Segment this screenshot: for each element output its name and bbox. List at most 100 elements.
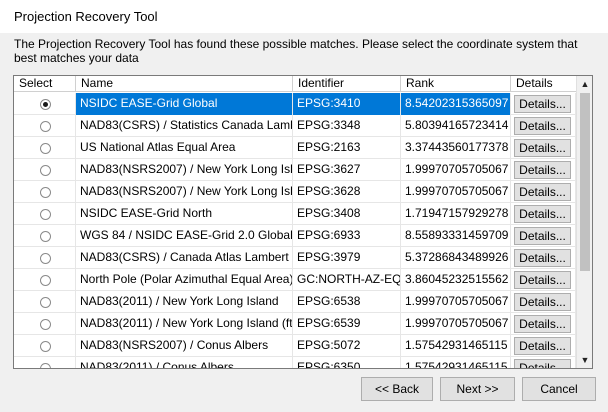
select-cell bbox=[14, 313, 76, 335]
table-row[interactable]: US National Atlas Equal Area EPSG:2163 3.3… bbox=[14, 137, 576, 159]
rank-cell: 1.99970705705067 bbox=[401, 181, 511, 203]
table-row[interactable]: North Pole (Polar Azimuthal Equal Area) G… bbox=[14, 269, 576, 291]
details-button[interactable]: Details... bbox=[514, 117, 571, 135]
select-radio[interactable] bbox=[40, 363, 51, 368]
select-radio[interactable] bbox=[40, 319, 51, 330]
title-bar: Projection Recovery Tool bbox=[0, 0, 608, 33]
details-button[interactable]: Details... bbox=[514, 227, 571, 245]
rank-cell: 1.99970705705067 bbox=[401, 313, 511, 335]
identifier-cell: GC:NORTH-AZ-EQ... bbox=[293, 269, 401, 291]
scroll-thumb[interactable] bbox=[580, 93, 590, 271]
details-button[interactable]: Details... bbox=[514, 293, 571, 311]
details-button[interactable]: Details... bbox=[514, 249, 571, 267]
identifier-cell: EPSG:3627 bbox=[293, 159, 401, 181]
details-cell: Details... bbox=[511, 357, 576, 368]
details-cell: Details... bbox=[511, 203, 576, 225]
identifier-cell: EPSG:3348 bbox=[293, 115, 401, 137]
details-button[interactable]: Details... bbox=[514, 161, 571, 179]
details-cell: Details... bbox=[511, 291, 576, 313]
rank-cell: 8.55893331459709 bbox=[401, 225, 511, 247]
cancel-button[interactable]: Cancel bbox=[522, 377, 596, 401]
next-button[interactable]: Next >> bbox=[440, 377, 515, 401]
scroll-down-arrow-icon[interactable]: ▼ bbox=[577, 352, 592, 368]
identifier-cell: EPSG:6350 bbox=[293, 357, 401, 368]
dialog-body: The Projection Recovery Tool has found t… bbox=[0, 33, 608, 412]
name-cell: NAD83(NSRS2007) / Conus Albers bbox=[76, 335, 293, 357]
table-row[interactable]: WGS 84 / NSIDC EASE-Grid 2.0 Global EPSG:… bbox=[14, 225, 576, 247]
table-row[interactable]: NSIDC EASE-Grid North EPSG:3408 1.71947157… bbox=[14, 203, 576, 225]
name-cell: NSIDC EASE-Grid North bbox=[76, 203, 293, 225]
identifier-cell: EPSG:3628 bbox=[293, 181, 401, 203]
window-title: Projection Recovery Tool bbox=[14, 9, 158, 24]
name-cell: North Pole (Polar Azimuthal Equal Area) bbox=[76, 269, 293, 291]
column-header-identifier[interactable]: Identifier bbox=[293, 76, 401, 92]
select-radio[interactable] bbox=[40, 187, 51, 198]
select-cell bbox=[14, 291, 76, 313]
identifier-cell: EPSG:6538 bbox=[293, 291, 401, 313]
identifier-cell: EPSG:3408 bbox=[293, 203, 401, 225]
details-button[interactable]: Details... bbox=[514, 139, 571, 157]
details-button[interactable]: Details... bbox=[514, 271, 571, 289]
table-row[interactable]: NAD83(2011) / New York Long Island EPSG:6… bbox=[14, 291, 576, 313]
identifier-cell: EPSG:3410 bbox=[293, 93, 401, 115]
details-button[interactable]: Details... bbox=[514, 359, 571, 368]
details-cell: Details... bbox=[511, 225, 576, 247]
select-cell bbox=[14, 93, 76, 115]
select-cell bbox=[14, 247, 76, 269]
scroll-up-arrow-icon[interactable]: ▲ bbox=[577, 76, 592, 92]
table-row[interactable]: NAD83(2011) / Conus Albers EPSG:6350 1.575… bbox=[14, 357, 576, 368]
table-row[interactable]: NAD83(CSRS) / Canada Atlas Lambert EPSG:3… bbox=[14, 247, 576, 269]
column-header-details[interactable]: Details bbox=[511, 76, 576, 92]
table-row[interactable]: NSIDC EASE-Grid Global EPSG:3410 8.5420231… bbox=[14, 93, 576, 115]
column-header-rank[interactable]: Rank bbox=[401, 76, 511, 92]
details-button[interactable]: Details... bbox=[514, 315, 571, 333]
rank-cell: 5.37286843489926 bbox=[401, 247, 511, 269]
identifier-cell: EPSG:2163 bbox=[293, 137, 401, 159]
vertical-scrollbar[interactable]: ▲ ▼ bbox=[576, 76, 592, 368]
table-row[interactable]: NAD83(2011) / New York Long Island (ft..… bbox=[14, 313, 576, 335]
select-cell bbox=[14, 225, 76, 247]
details-button[interactable]: Details... bbox=[514, 183, 571, 201]
table-row[interactable]: NAD83(CSRS) / Statistics Canada Lambert E… bbox=[14, 115, 576, 137]
details-cell: Details... bbox=[511, 181, 576, 203]
column-header-name[interactable]: Name bbox=[76, 76, 293, 92]
select-cell bbox=[14, 159, 76, 181]
table-row[interactable]: NAD83(NSRS2007) / New York Long Isla... E… bbox=[14, 159, 576, 181]
select-radio[interactable] bbox=[40, 209, 51, 220]
select-radio[interactable] bbox=[40, 231, 51, 242]
rank-cell: 1.99970705705067 bbox=[401, 159, 511, 181]
details-button[interactable]: Details... bbox=[514, 95, 571, 113]
select-radio[interactable] bbox=[40, 297, 51, 308]
select-cell bbox=[14, 137, 76, 159]
name-cell: NAD83(CSRS) / Canada Atlas Lambert bbox=[76, 247, 293, 269]
select-radio[interactable] bbox=[40, 143, 51, 154]
select-radio[interactable] bbox=[40, 341, 51, 352]
rank-cell: 1.57542931465115 bbox=[401, 335, 511, 357]
details-button[interactable]: Details... bbox=[514, 337, 571, 355]
details-button[interactable]: Details... bbox=[514, 205, 571, 223]
back-button[interactable]: << Back bbox=[361, 377, 433, 401]
name-cell: NAD83(NSRS2007) / New York Long Isla... bbox=[76, 181, 293, 203]
select-cell bbox=[14, 335, 76, 357]
column-header-select[interactable]: Select bbox=[14, 76, 76, 92]
details-cell: Details... bbox=[511, 313, 576, 335]
select-radio[interactable] bbox=[40, 121, 51, 132]
identifier-cell: EPSG:5072 bbox=[293, 335, 401, 357]
table-row[interactable]: NAD83(NSRS2007) / Conus Albers EPSG:5072 1… bbox=[14, 335, 576, 357]
details-cell: Details... bbox=[511, 137, 576, 159]
rank-cell: 1.71947157929278 bbox=[401, 203, 511, 225]
details-cell: Details... bbox=[511, 159, 576, 181]
select-radio[interactable] bbox=[40, 165, 51, 176]
select-cell bbox=[14, 115, 76, 137]
select-radio[interactable] bbox=[40, 99, 51, 110]
details-cell: Details... bbox=[511, 335, 576, 357]
identifier-cell: EPSG:3979 bbox=[293, 247, 401, 269]
select-radio[interactable] bbox=[40, 253, 51, 264]
identifier-cell: EPSG:6539 bbox=[293, 313, 401, 335]
table-row[interactable]: NAD83(NSRS2007) / New York Long Isla... E… bbox=[14, 181, 576, 203]
select-cell bbox=[14, 357, 76, 368]
select-cell bbox=[14, 269, 76, 291]
select-radio[interactable] bbox=[40, 275, 51, 286]
name-cell: NAD83(NSRS2007) / New York Long Isla... bbox=[76, 159, 293, 181]
select-cell bbox=[14, 181, 76, 203]
